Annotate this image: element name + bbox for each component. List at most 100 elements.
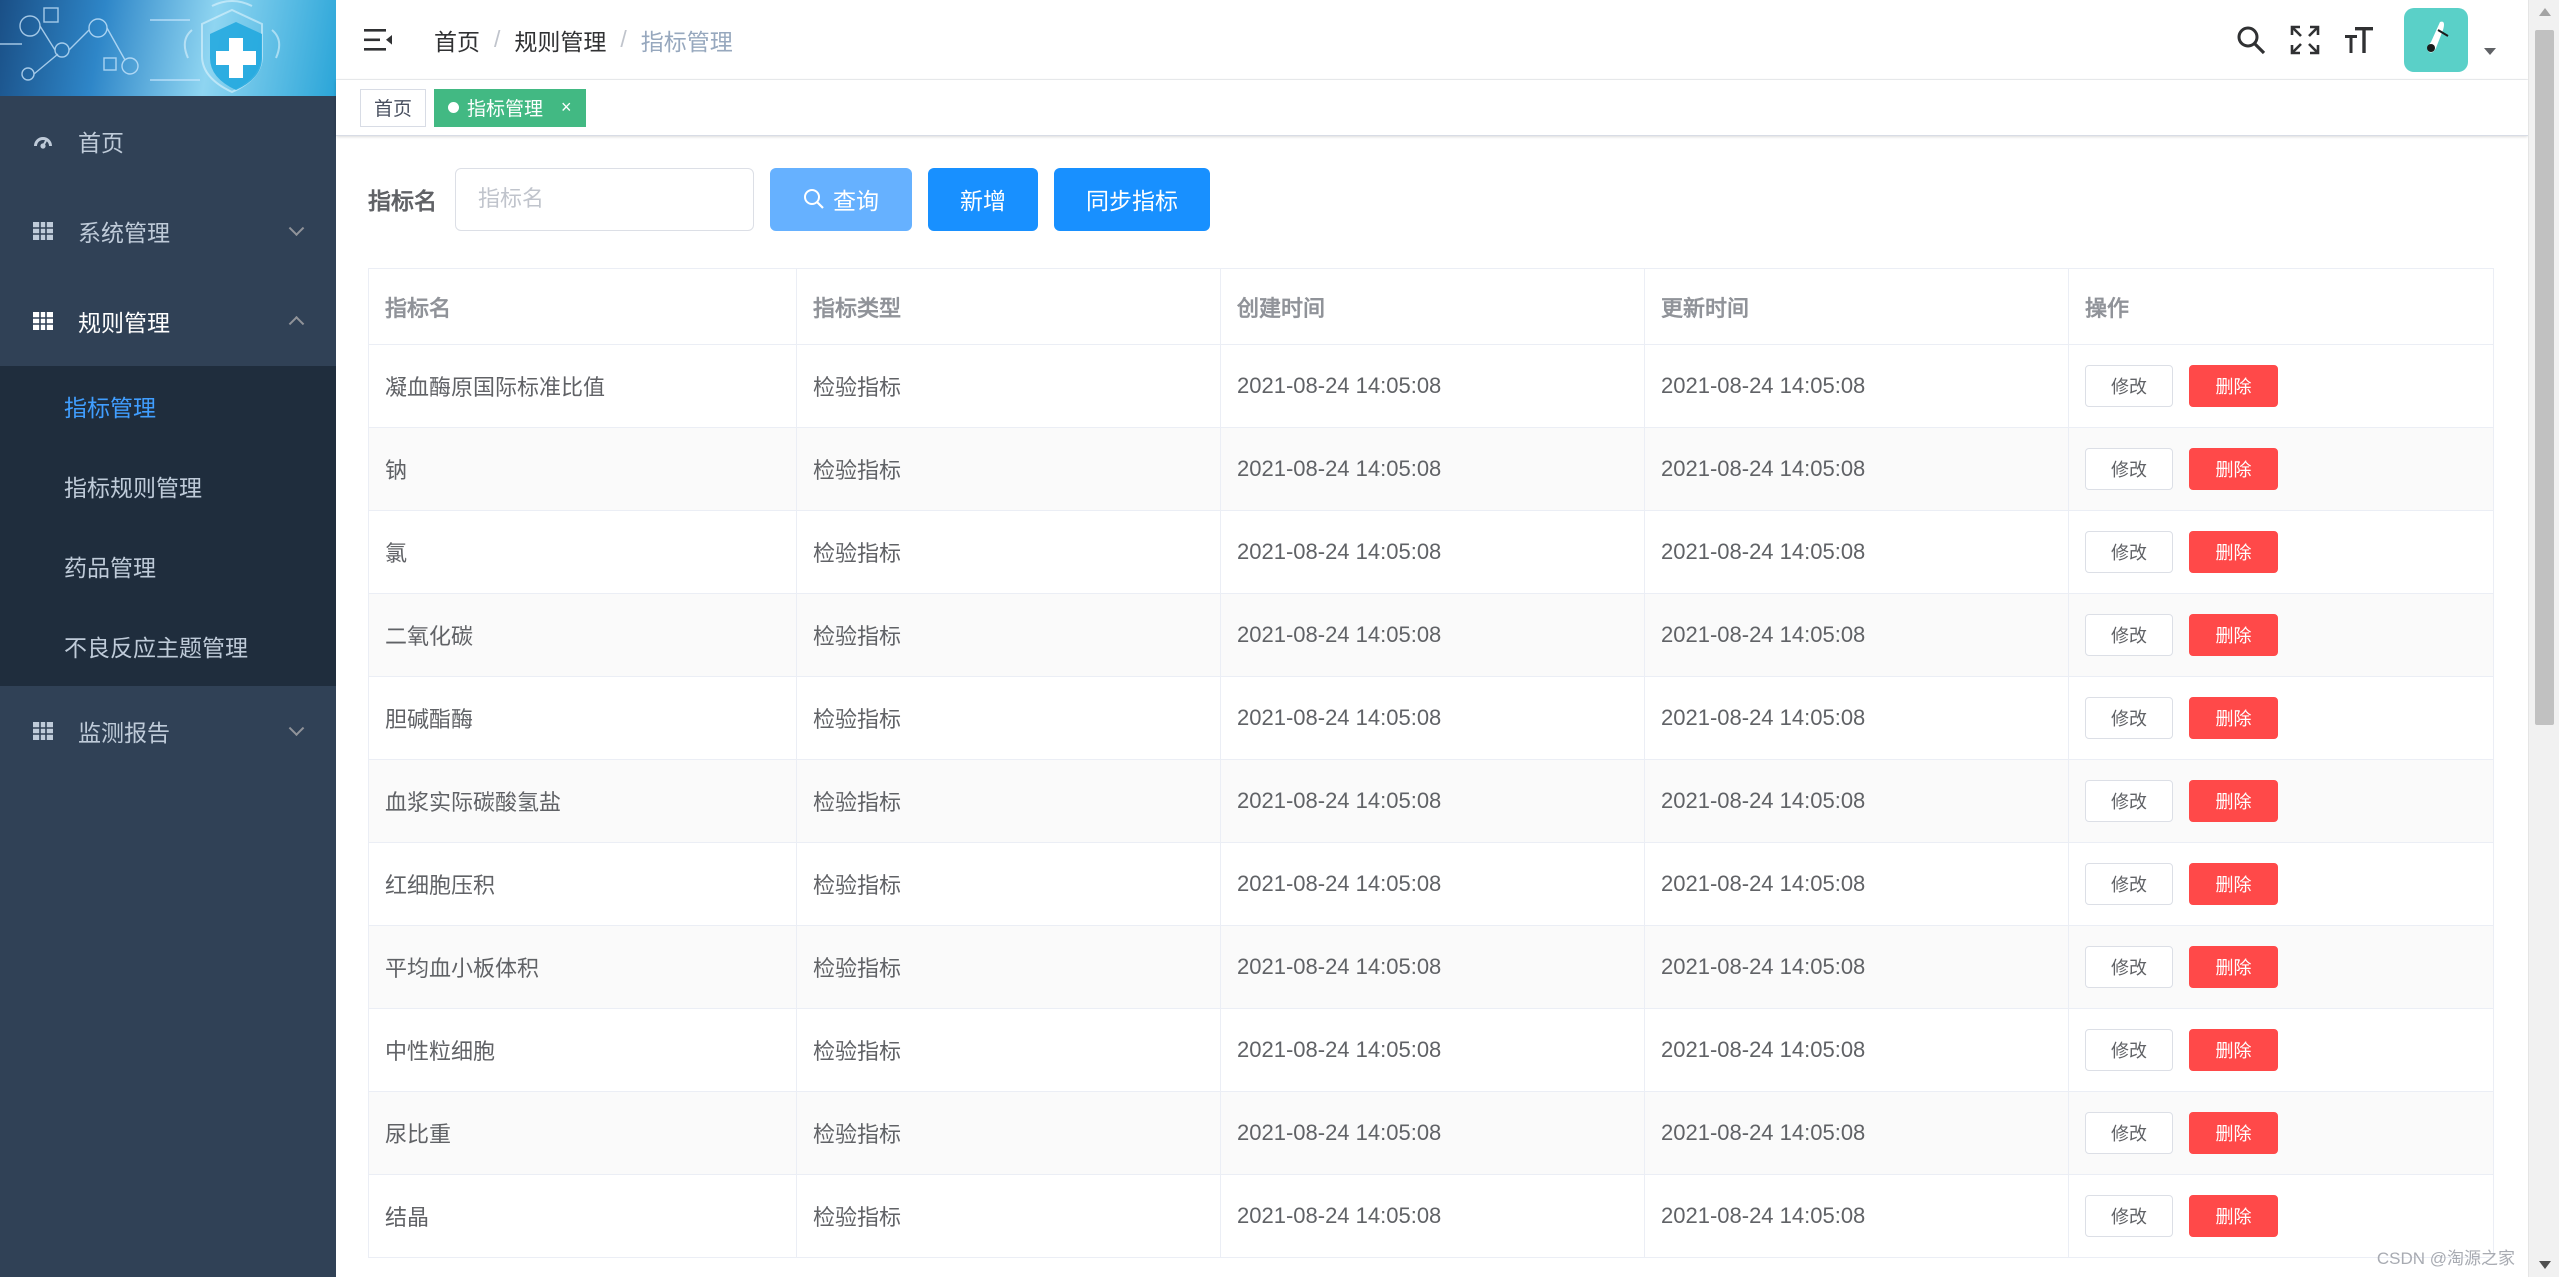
table-row: 凝血酶原国际标准比值 检验指标 2021-08-24 14:05:08 2021-08…: [368, 344, 2494, 428]
delete-button[interactable]: 删除: [2189, 946, 2278, 988]
cell-actions: 修改 删除: [2068, 1008, 2494, 1092]
dashboard-icon: [34, 137, 52, 149]
grid-icon: [33, 312, 53, 330]
cell-indicator-name: 中性粒细胞: [368, 1008, 797, 1092]
cell-indicator-name: 凝血酶原国际标准比值: [368, 344, 797, 428]
tag-indicator-management[interactable]: 指标管理 ×: [434, 88, 586, 127]
grid-icon: [33, 722, 53, 740]
sidebar-item-adverse-reaction-management[interactable]: 不良反应主题管理: [0, 606, 336, 686]
table-row: 红细胞压积 检验指标 2021-08-24 14:05:08 2021-08-24 1…: [368, 842, 2494, 926]
search-icon[interactable]: [2234, 23, 2268, 57]
close-icon[interactable]: ×: [561, 97, 572, 118]
chevron-up-icon: [288, 315, 305, 332]
scroll-up-icon[interactable]: [2539, 8, 2551, 16]
edit-button[interactable]: 修改: [2085, 531, 2173, 573]
query-button[interactable]: 查询: [770, 167, 912, 231]
search-input[interactable]: [455, 167, 754, 231]
sidebar-item-label: 规则管理: [78, 310, 170, 336]
delete-button[interactable]: 删除: [2189, 365, 2278, 407]
sidebar-item-indicator-management[interactable]: 指标管理: [0, 366, 336, 446]
edit-button[interactable]: 修改: [2085, 863, 2173, 905]
edit-button[interactable]: 修改: [2085, 946, 2173, 988]
cell-updated-time: 2021-08-24 14:05:08: [1644, 344, 2069, 428]
edit-button[interactable]: 修改: [2085, 1195, 2173, 1237]
watermark: CSDN @淘源之家: [2376, 1249, 2515, 1268]
indicator-table: 指标名 指标类型 创建时间 更新时间 操作 凝血酶原国际标准比值 检验指标 2021…: [368, 268, 2494, 1258]
sync-indicators-button[interactable]: 同步指标: [1054, 167, 1210, 231]
avatar[interactable]: [2404, 8, 2468, 72]
cell-created-time: 2021-08-24 14:05:08: [1220, 1091, 1645, 1175]
cell-indicator-name: 结晶: [368, 1174, 797, 1258]
column-header: 操作: [2068, 268, 2494, 345]
action-group: 修改 删除: [2085, 594, 2477, 676]
edit-button[interactable]: 修改: [2085, 365, 2173, 407]
table-row: 钠检验指标 2021-08-24 14:05:08 2021-08-24 14:05…: [368, 427, 2494, 511]
edit-button[interactable]: 修改: [2085, 1029, 2173, 1071]
column-header: 指标类型: [796, 268, 1221, 345]
cell-indicator-name: 钠: [368, 427, 797, 511]
cell-indicator-name: 血浆实际碳酸氢盐: [368, 759, 797, 843]
sidebar-item-rules[interactable]: 规则管理: [0, 276, 336, 366]
cell-updated-time: 2021-08-24 14:05:08: [1644, 925, 2069, 1009]
delete-button[interactable]: 删除: [2189, 780, 2278, 822]
cell-updated-time: 2021-08-24 14:05:08: [1644, 1091, 2069, 1175]
sidebar-item-indicator-rule-management[interactable]: 指标规则管理: [0, 446, 336, 526]
cell-indicator-type: 检验指标: [796, 759, 1221, 843]
fullscreen-icon[interactable]: [2288, 23, 2322, 57]
cell-indicator-type: 检验指标: [796, 1091, 1221, 1175]
breadcrumb-rules[interactable]: 规则管理: [514, 23, 606, 57]
cell-actions: 修改 删除: [2068, 593, 2494, 677]
edit-button[interactable]: 修改: [2085, 448, 2173, 490]
delete-button[interactable]: 删除: [2189, 531, 2278, 573]
delete-button[interactable]: 删除: [2189, 697, 2278, 739]
sidebar-item-reports[interactable]: 监测报告: [0, 686, 336, 776]
cell-updated-time: 2021-08-24 14:05:08: [1644, 510, 2069, 594]
action-group: 修改 删除: [2085, 1092, 2477, 1174]
add-button[interactable]: 新增: [928, 167, 1038, 231]
breadcrumb: 首页 / 规则管理 / 指标管理: [434, 23, 733, 57]
scroll-down-icon[interactable]: [2539, 1261, 2551, 1269]
tag-home[interactable]: 首页: [360, 88, 427, 127]
cell-indicator-name: 胆碱酯酶: [368, 676, 797, 760]
sidebar-item-label: 指标管理: [64, 395, 156, 421]
table-row: 尿比重 检验指标 2021-08-24 14:05:08 2021-08-24 14:…: [368, 1091, 2494, 1175]
delete-button[interactable]: 删除: [2189, 1195, 2278, 1237]
navbar: 首页 / 规则管理 / 指标管理: [336, 0, 2528, 80]
caret-down-icon[interactable]: [2484, 47, 2496, 55]
sidebar-item-label: 药品管理: [64, 555, 156, 581]
sidebar-item-label: 不良反应主题管理: [64, 635, 248, 661]
delete-button[interactable]: 删除: [2189, 1112, 2278, 1154]
delete-button[interactable]: 删除: [2189, 614, 2278, 656]
sidebar-item-drug-management[interactable]: 药品管理: [0, 526, 336, 606]
cell-actions: 修改 删除: [2068, 344, 2494, 428]
chevron-down-icon: [288, 220, 305, 237]
edit-button[interactable]: 修改: [2085, 780, 2173, 822]
cell-created-time: 2021-08-24 14:05:08: [1220, 676, 1645, 760]
cell-indicator-name: 尿比重: [368, 1091, 797, 1175]
chevron-down-icon: [288, 720, 305, 737]
search-form: 指标名 查询 新增 同步指标: [368, 167, 2496, 231]
column-header: 指标名: [368, 268, 797, 345]
cell-updated-time: 2021-08-24 14:05:08: [1644, 427, 2069, 511]
sidebar-item-label: 系统管理: [78, 220, 170, 246]
cell-indicator-type: 检验指标: [796, 1174, 1221, 1258]
edit-button[interactable]: 修改: [2085, 614, 2173, 656]
sidebar-item-label: 监测报告: [78, 720, 170, 746]
delete-button[interactable]: 删除: [2189, 863, 2278, 905]
edit-button[interactable]: 修改: [2085, 697, 2173, 739]
sidebar-item-system[interactable]: 系统管理: [0, 186, 336, 276]
page-scrollbar[interactable]: [2528, 0, 2559, 1277]
delete-button[interactable]: 删除: [2189, 1029, 2278, 1071]
breadcrumb-home[interactable]: 首页: [434, 23, 480, 57]
sidebar-item-label: 指标规则管理: [64, 475, 202, 501]
header-actions: [2234, 0, 2528, 80]
delete-button[interactable]: 删除: [2189, 448, 2278, 490]
font-size-icon[interactable]: [2342, 23, 2376, 57]
scrollbar-thumb[interactable]: [2535, 30, 2554, 725]
menu-fold-icon[interactable]: [364, 27, 394, 53]
sidebar-item-home[interactable]: 首页: [0, 96, 336, 186]
action-group: 修改 删除: [2085, 345, 2477, 427]
edit-button[interactable]: 修改: [2085, 1112, 2173, 1154]
cell-created-time: 2021-08-24 14:05:08: [1220, 759, 1645, 843]
search-icon: [804, 189, 824, 209]
